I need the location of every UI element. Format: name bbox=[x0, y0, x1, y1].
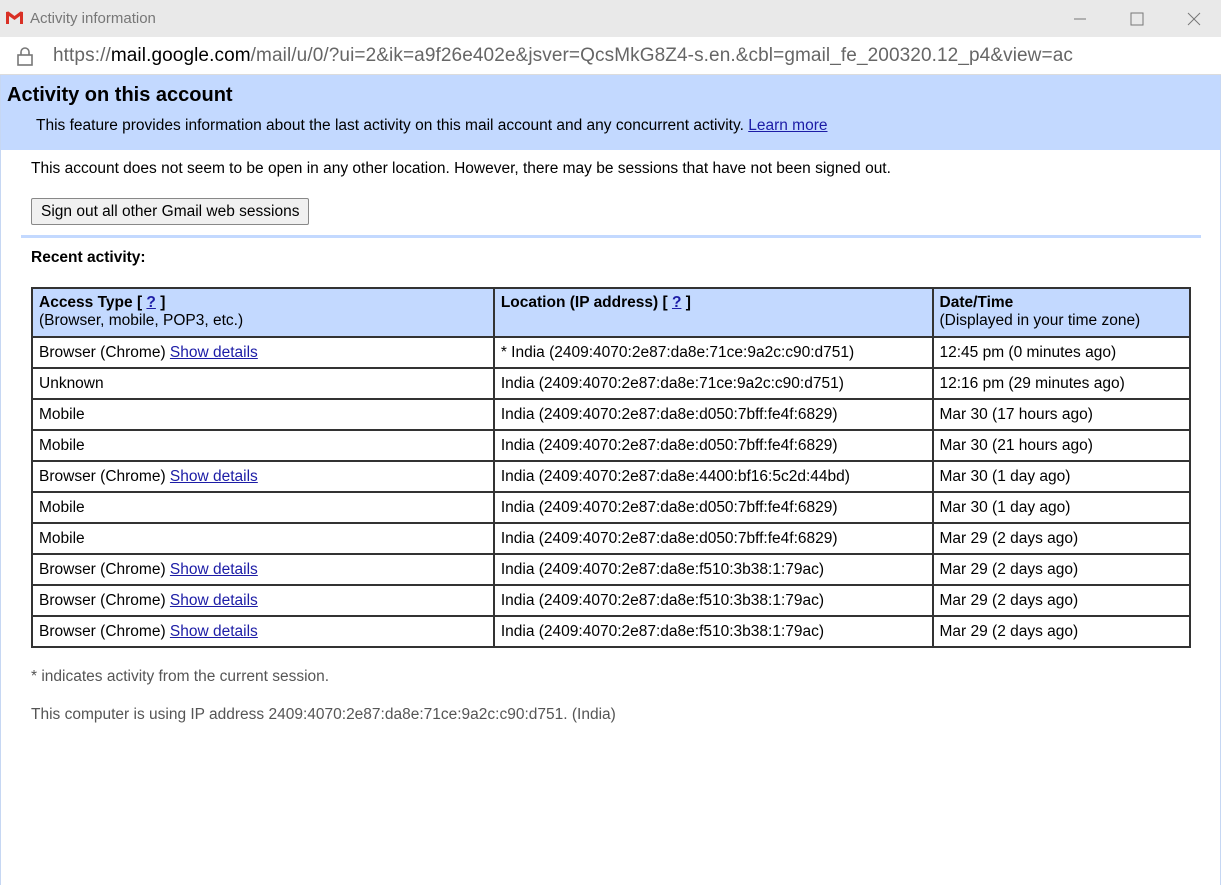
table-row: Mobile India (2409:4070:2e87:da8e:d050:7… bbox=[31, 522, 1191, 555]
address-bar[interactable]: https://mail.google.com/mail/u/0/?ui=2&i… bbox=[0, 37, 1221, 75]
time-cell: Mar 30 (21 hours ago) bbox=[931, 429, 1191, 462]
access-cell: Browser (Chrome) Show details bbox=[31, 460, 495, 493]
location-header: Location (IP address) [ ? ] bbox=[492, 287, 934, 338]
location-cell: India (2409:4070:2e87:da8e:71ce:9a2c:c90… bbox=[492, 367, 934, 400]
description-text: This feature provides information about … bbox=[36, 117, 744, 134]
access-cell: Mobile bbox=[31, 429, 495, 462]
table-row: Mobile India (2409:4070:2e87:da8e:d050:7… bbox=[31, 429, 1191, 462]
access-cell: Mobile bbox=[31, 522, 495, 555]
ip-address-note: This computer is using IP address 2409:4… bbox=[31, 706, 616, 723]
url-host: mail.google.com bbox=[110, 45, 251, 66]
table-header-row: Access Type [ ? ] (Browser, mobile, POP3… bbox=[31, 287, 1191, 338]
access-type: Browser (Chrome) bbox=[39, 622, 166, 640]
show-details-link[interactable]: Show details bbox=[170, 468, 258, 485]
location-cell: India (2409:4070:2e87:da8e:d050:7bff:fe4… bbox=[492, 522, 934, 555]
access-cell: Mobile bbox=[31, 491, 495, 524]
location-cell: India (2409:4070:2e87:da8e:d050:7bff:fe4… bbox=[492, 491, 934, 524]
location-cell: India (2409:4070:2e87:da8e:d050:7bff:fe4… bbox=[492, 398, 934, 431]
current-session-footnote: * indicates activity from the current se… bbox=[31, 668, 330, 685]
access-type: Mobile bbox=[39, 498, 85, 516]
access-type-subtitle: (Browser, mobile, POP3, etc.) bbox=[39, 312, 244, 329]
access-type: Mobile bbox=[39, 405, 85, 423]
activity-table: Access Type [ ? ] (Browser, mobile, POP3… bbox=[31, 287, 1191, 648]
table-row: Browser (Chrome) Show details India (240… bbox=[31, 553, 1191, 586]
access-cell: Browser (Chrome) Show details bbox=[31, 615, 495, 648]
show-details-link[interactable]: Show details bbox=[170, 623, 258, 640]
location-title: Location (IP address) bbox=[500, 294, 659, 311]
table-row: Mobile India (2409:4070:2e87:da8e:d050:7… bbox=[31, 491, 1191, 524]
location-cell: India (2409:4070:2e87:da8e:f510:3b38:1:7… bbox=[492, 584, 934, 617]
location-cell: * India (2409:4070:2e87:da8e:71ce:9a2c:c… bbox=[492, 336, 934, 369]
show-details-link[interactable]: Show details bbox=[170, 592, 258, 609]
divider bbox=[21, 235, 1201, 238]
table-row: Browser (Chrome) Show details * India (2… bbox=[31, 336, 1191, 369]
access-cell: Browser (Chrome) Show details bbox=[31, 553, 495, 586]
access-cell: Browser (Chrome) Show details bbox=[31, 584, 495, 617]
table-row: Mobile India (2409:4070:2e87:da8e:d050:7… bbox=[31, 398, 1191, 431]
sign-out-other-sessions-button[interactable]: Sign out all other Gmail web sessions bbox=[31, 198, 310, 225]
time-cell: Mar 29 (2 days ago) bbox=[931, 522, 1191, 555]
recent-activity-label: Recent activity: bbox=[31, 249, 146, 266]
access-type: Browser (Chrome) bbox=[39, 343, 166, 361]
access-type: Browser (Chrome) bbox=[39, 591, 166, 609]
url-text[interactable]: https://mail.google.com/mail/u/0/?ui=2&i… bbox=[53, 45, 1073, 67]
page-header: Activity on this account This feature pr… bbox=[1, 75, 1220, 150]
show-details-link[interactable]: Show details bbox=[170, 344, 258, 361]
access-type: Browser (Chrome) bbox=[39, 560, 166, 578]
location-cell: India (2409:4070:2e87:da8e:f510:3b38:1:7… bbox=[492, 553, 934, 586]
access-cell: Browser (Chrome) Show details bbox=[31, 336, 495, 369]
gmail-icon bbox=[5, 10, 24, 25]
access-cell: Unknown bbox=[31, 367, 495, 400]
time-cell: Mar 30 (1 day ago) bbox=[931, 491, 1191, 524]
show-details-link[interactable]: Show details bbox=[170, 561, 258, 578]
header-description: This feature provides information about … bbox=[36, 117, 827, 135]
location-cell: India (2409:4070:2e87:da8e:d050:7bff:fe4… bbox=[492, 429, 934, 462]
table-row: Browser (Chrome) Show details India (240… bbox=[31, 584, 1191, 617]
table-row: Browser (Chrome) Show details India (240… bbox=[31, 615, 1191, 648]
datetime-title: Date/Time bbox=[939, 294, 1014, 311]
learn-more-link[interactable]: Learn more bbox=[748, 117, 827, 134]
access-type: Browser (Chrome) bbox=[39, 467, 166, 485]
access-type-help-link[interactable]: ? bbox=[146, 294, 155, 311]
time-cell: Mar 30 (1 day ago) bbox=[931, 460, 1191, 493]
table-row: Unknown India (2409:4070:2e87:da8e:71ce:… bbox=[31, 367, 1191, 400]
time-cell: Mar 29 (2 days ago) bbox=[931, 553, 1191, 586]
table-row: Browser (Chrome) Show details India (240… bbox=[31, 460, 1191, 493]
activity-panel: Activity on this account This feature pr… bbox=[0, 75, 1221, 885]
access-type: Mobile bbox=[39, 436, 85, 454]
close-icon[interactable] bbox=[1167, 0, 1221, 37]
access-cell: Mobile bbox=[31, 398, 495, 431]
datetime-header: Date/Time (Displayed in your time zone) bbox=[931, 287, 1191, 338]
time-cell: 12:45 pm (0 minutes ago) bbox=[931, 336, 1191, 369]
maximize-icon[interactable] bbox=[1110, 0, 1164, 37]
access-type-title: Access Type bbox=[39, 294, 133, 311]
page-title: Activity on this account bbox=[7, 84, 233, 106]
access-type: Unknown bbox=[39, 374, 104, 392]
window-titlebar: Activity information bbox=[0, 0, 1221, 37]
time-cell: Mar 29 (2 days ago) bbox=[931, 615, 1191, 648]
url-path: /mail/u/0/?ui=2&ik=a9f26e402e&jsver=QcsM… bbox=[250, 45, 1073, 66]
session-notice: This account does not seem to be open in… bbox=[31, 160, 891, 177]
time-cell: Mar 30 (17 hours ago) bbox=[931, 398, 1191, 431]
lock-icon bbox=[16, 46, 34, 66]
location-cell: India (2409:4070:2e87:da8e:f510:3b38:1:7… bbox=[492, 615, 934, 648]
time-cell: 12:16 pm (29 minutes ago) bbox=[931, 367, 1191, 400]
access-type: Mobile bbox=[39, 529, 85, 547]
minimize-icon[interactable] bbox=[1053, 0, 1107, 37]
location-cell: India (2409:4070:2e87:da8e:4400:bf16:5c2… bbox=[492, 460, 934, 493]
time-cell: Mar 29 (2 days ago) bbox=[931, 584, 1191, 617]
url-prefix: https:// bbox=[53, 45, 111, 66]
window-title: Activity information bbox=[30, 10, 156, 27]
access-type-header: Access Type [ ? ] (Browser, mobile, POP3… bbox=[31, 287, 495, 338]
datetime-subtitle: (Displayed in your time zone) bbox=[939, 312, 1141, 329]
location-help-link[interactable]: ? bbox=[672, 294, 681, 311]
